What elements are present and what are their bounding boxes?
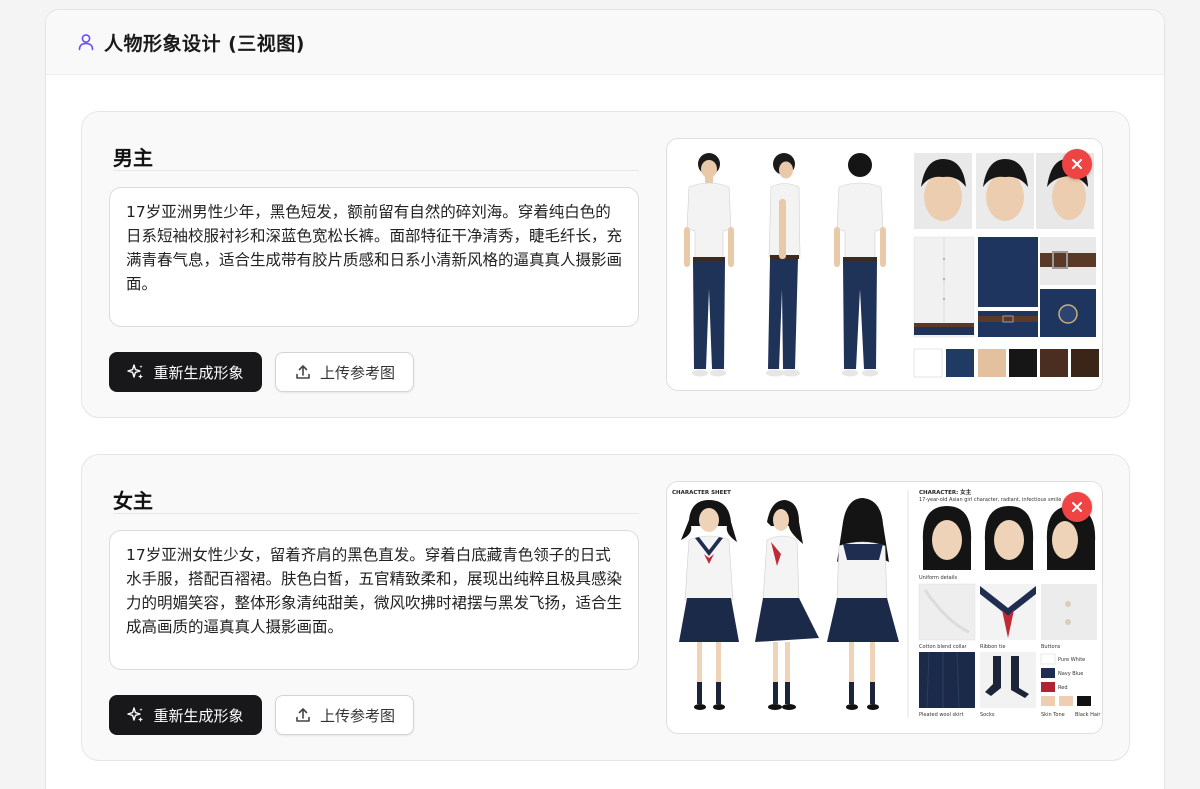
sheet-subtitle: 17-year-old Asian girl character, radian… bbox=[919, 497, 1061, 503]
upload-label: 上传参考图 bbox=[319, 363, 395, 382]
skirt-label: Pleated wool skirt bbox=[919, 712, 963, 718]
swatch-navy bbox=[946, 349, 974, 377]
swatch-skin-2 bbox=[1059, 696, 1073, 706]
swatch-black-hair bbox=[1077, 696, 1091, 706]
character-sheet-image bbox=[666, 138, 1103, 391]
regenerate-label: 重新生成形象 bbox=[153, 363, 244, 382]
character-description-field[interactable]: 17岁亚洲女性少女，留着齐肩的黑色直发。穿着白底藏青色领子的日式水手服，搭配百褶… bbox=[109, 530, 639, 670]
swatch-white bbox=[913, 348, 943, 378]
upload-reference-button[interactable]: 上传参考图 bbox=[275, 352, 414, 392]
swatch-skin bbox=[1041, 696, 1055, 706]
character-card-male: 男主 17岁亚洲男性少年，黑色短发，额前留有自然的碎刘海。穿着纯白色的日系短袖校… bbox=[81, 111, 1130, 418]
divider bbox=[113, 513, 639, 514]
character-sheet-image: CHARACTER SHEET CHARACTER: 女主 17-year-ol… bbox=[666, 481, 1103, 734]
regenerate-button[interactable]: 重新生成形象 bbox=[109, 695, 262, 735]
swatch-red bbox=[1041, 682, 1055, 692]
character-description-field[interactable]: 17岁亚洲男性少年，黑色短发，额前留有自然的碎刘海。穿着纯白色的日系短袖校服衬衫… bbox=[109, 187, 639, 327]
swatch-white bbox=[1040, 653, 1056, 665]
upload-icon bbox=[294, 363, 312, 381]
panel-title: 人物形象设计 (三视图) bbox=[104, 32, 305, 55]
cotton-label: Cotton blend collar bbox=[919, 644, 968, 650]
character-role: 男主 bbox=[113, 146, 153, 170]
buttons-label: Buttons bbox=[1041, 644, 1061, 650]
close-icon bbox=[1072, 502, 1082, 512]
pure-white-label: Pure White bbox=[1058, 657, 1085, 663]
sparkles-icon bbox=[127, 363, 145, 381]
socks-label: Socks bbox=[980, 712, 995, 718]
close-icon bbox=[1072, 159, 1082, 169]
male-turnaround-illustration bbox=[667, 139, 1102, 390]
sparkles-icon bbox=[127, 706, 145, 724]
ribbon-label: Ribbon tie bbox=[980, 644, 1005, 650]
sheet-heading: CHARACTER SHEET bbox=[672, 490, 731, 496]
uniform-details-label: Uniform details bbox=[919, 575, 958, 581]
character-design-panel: 人物形象设计 (三视图) 男主 17岁亚洲男性少年，黑色短发，额前留有自然的碎刘… bbox=[45, 9, 1165, 789]
navy-label: Navy Blue bbox=[1058, 671, 1083, 677]
upload-reference-button[interactable]: 上传参考图 bbox=[275, 695, 414, 735]
regenerate-label: 重新生成形象 bbox=[153, 706, 244, 725]
swatch-navy bbox=[1041, 668, 1055, 678]
black-hair-label: Black Hair bbox=[1075, 712, 1101, 718]
red-label: Red bbox=[1058, 685, 1068, 691]
sheet-character-label: CHARACTER: 女主 bbox=[919, 488, 972, 496]
upload-icon bbox=[294, 706, 312, 724]
skin-label: Skin Tone bbox=[1041, 712, 1065, 718]
female-uniform-details bbox=[918, 583, 1097, 641]
swatch-black bbox=[1009, 349, 1037, 377]
remove-image-button[interactable] bbox=[1062, 492, 1092, 522]
user-icon bbox=[76, 32, 96, 52]
female-turnaround-illustration: CHARACTER SHEET CHARACTER: 女主 17-year-ol… bbox=[667, 482, 1102, 733]
swatch-skin bbox=[978, 349, 1006, 377]
panel-header: 人物形象设计 (三视图) bbox=[46, 10, 1164, 75]
swatch-brown bbox=[1040, 349, 1068, 377]
upload-label: 上传参考图 bbox=[319, 706, 395, 725]
swatch-dark-brown bbox=[1071, 349, 1099, 377]
divider bbox=[113, 170, 639, 171]
remove-image-button[interactable] bbox=[1062, 149, 1092, 179]
character-role: 女主 bbox=[113, 489, 153, 513]
regenerate-button[interactable]: 重新生成形象 bbox=[109, 352, 262, 392]
character-card-female: 女主 17岁亚洲女性少女，留着齐肩的黑色直发。穿着白底藏青色领子的日式水手服，搭… bbox=[81, 454, 1130, 761]
